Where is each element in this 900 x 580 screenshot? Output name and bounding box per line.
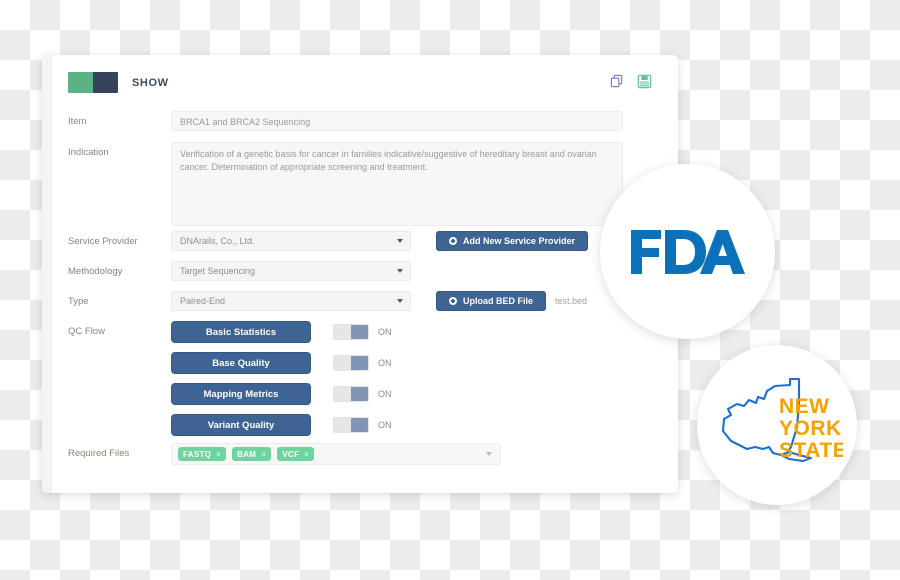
chevron-down-icon — [397, 299, 403, 303]
nys-line3: STATE — [779, 439, 843, 462]
qc-flow-list: Basic Statistics ON Base Quality ON Mapp… — [171, 321, 392, 436]
qc-flow-item: Variant Quality ON — [171, 414, 392, 436]
toggle-off-half — [334, 356, 351, 370]
tag-vcf-label: VCF — [282, 449, 300, 459]
indication-label: Indication — [68, 147, 109, 158]
toggle-off-half — [334, 387, 351, 401]
qc-toggle-group-variant-quality: ON — [333, 417, 392, 433]
toggle-on-half — [351, 387, 368, 401]
nys-line2: YORK — [779, 417, 842, 440]
type-label: Type — [68, 296, 89, 307]
tag-fastq-remove-icon[interactable]: × — [216, 450, 221, 459]
plus-circle-icon — [449, 297, 457, 305]
uploaded-file-name: test.bed — [555, 296, 588, 306]
add-new-service-provider-label: Add New Service Provider — [463, 236, 576, 246]
fda-badge — [600, 164, 775, 339]
indication-textarea[interactable]: Verification of a genetic basis for canc… — [171, 142, 623, 226]
tag-vcf: VCF × — [277, 447, 315, 461]
field-row-qc-flow: QC Flow Basic Statistics ON Base Quality… — [68, 321, 660, 436]
tag-bam-remove-icon[interactable]: × — [261, 450, 266, 459]
tag-vcf-remove-icon[interactable]: × — [304, 450, 309, 459]
tag-fastq: FASTQ × — [178, 447, 227, 461]
field-row-required-files: Required Files FASTQ × BAM × VCF × — [68, 443, 660, 465]
type-select[interactable]: Paired-End — [171, 291, 411, 311]
item-label: Item — [68, 116, 87, 127]
show-toggle-label: SHOW — [132, 76, 169, 89]
qc-button-mapping-metrics[interactable]: Mapping Metrics — [171, 383, 311, 405]
fda-logo — [630, 229, 745, 274]
required-files-label: Required Files — [68, 448, 130, 459]
required-files-multiselect[interactable]: FASTQ × BAM × VCF × — [171, 443, 501, 465]
qc-button-variant-quality[interactable]: Variant Quality — [171, 414, 311, 436]
show-toggle-on-half — [68, 72, 93, 93]
new-york-state-badge: NEW YORK STATE — [697, 345, 857, 505]
header-actions — [610, 74, 652, 89]
toggle-on-half — [351, 418, 368, 432]
chevron-down-icon — [397, 239, 403, 243]
show-toggle[interactable] — [68, 72, 118, 93]
qc-toggle-mapping-metrics[interactable] — [333, 386, 369, 402]
item-input[interactable]: BRCA1 and BRCA2 Sequencing — [171, 111, 623, 131]
methodology-label: Methodology — [68, 266, 123, 277]
qc-toggle-state-variant-quality: ON — [378, 420, 392, 430]
service-provider-select[interactable]: DNArails, Co., Ltd. — [171, 231, 411, 251]
plus-circle-icon — [449, 237, 457, 245]
qc-toggle-basic-statistics[interactable] — [333, 324, 369, 340]
upload-bed-file-button[interactable]: Upload BED File — [436, 291, 547, 311]
service-provider-label: Service Provider — [68, 236, 138, 247]
qc-flow-item: Base Quality ON — [171, 352, 392, 374]
field-row-item: Item BRCA1 and BRCA2 Sequencing — [68, 111, 660, 131]
qc-toggle-variant-quality[interactable] — [333, 417, 369, 433]
service-provider-value: DNArails, Co., Ltd. — [180, 236, 255, 246]
save-icon[interactable] — [637, 74, 652, 89]
tag-bam-label: BAM — [237, 449, 257, 459]
add-new-service-provider-button[interactable]: Add New Service Provider — [436, 231, 589, 251]
new-york-state-logo: NEW YORK STATE — [721, 377, 843, 462]
field-row-methodology: Methodology Target Sequencing — [68, 261, 660, 281]
qc-toggle-group-base-quality: ON — [333, 355, 392, 371]
tag-fastq-label: FASTQ — [183, 449, 212, 459]
field-row-type: Type Paired-End Upload BED File test.bed — [68, 291, 660, 311]
toggle-on-half — [351, 325, 368, 339]
methodology-value: Target Sequencing — [180, 266, 256, 276]
chevron-down-icon[interactable] — [486, 452, 492, 456]
copy-icon[interactable] — [610, 74, 625, 89]
qc-button-base-quality[interactable]: Base Quality — [171, 352, 311, 374]
service-configuration-card: SHOW Item BRCA1 and BRCA2 Sequencing Ind… — [42, 55, 678, 493]
chevron-down-icon — [397, 269, 403, 273]
field-row-indication: Indication Verification of a genetic bas… — [68, 142, 660, 226]
qc-flow-item: Mapping Metrics ON — [171, 383, 392, 405]
type-value: Paired-End — [180, 296, 226, 306]
upload-bed-file-label: Upload BED File — [463, 296, 534, 306]
qc-flow-label: QC Flow — [68, 326, 105, 337]
tag-bam: BAM × — [232, 447, 272, 461]
field-row-service-provider: Service Provider DNArails, Co., Ltd. Add… — [68, 231, 660, 251]
toggle-off-half — [334, 418, 351, 432]
qc-toggle-state-base-quality: ON — [378, 358, 392, 368]
qc-toggle-group-basic-statistics: ON — [333, 324, 392, 340]
show-toggle-off-half — [93, 72, 118, 93]
card-content: SHOW Item BRCA1 and BRCA2 Sequencing Ind… — [51, 55, 678, 493]
nys-line1: NEW — [779, 395, 830, 418]
card-header: SHOW — [68, 72, 169, 93]
qc-toggle-state-mapping-metrics: ON — [378, 389, 392, 399]
qc-toggle-group-mapping-metrics: ON — [333, 386, 392, 402]
qc-flow-item: Basic Statistics ON — [171, 321, 392, 343]
toggle-on-half — [351, 356, 368, 370]
qc-button-basic-statistics[interactable]: Basic Statistics — [171, 321, 311, 343]
methodology-select[interactable]: Target Sequencing — [171, 261, 411, 281]
toggle-off-half — [334, 325, 351, 339]
qc-toggle-base-quality[interactable] — [333, 355, 369, 371]
qc-toggle-state-basic-statistics: ON — [378, 327, 392, 337]
